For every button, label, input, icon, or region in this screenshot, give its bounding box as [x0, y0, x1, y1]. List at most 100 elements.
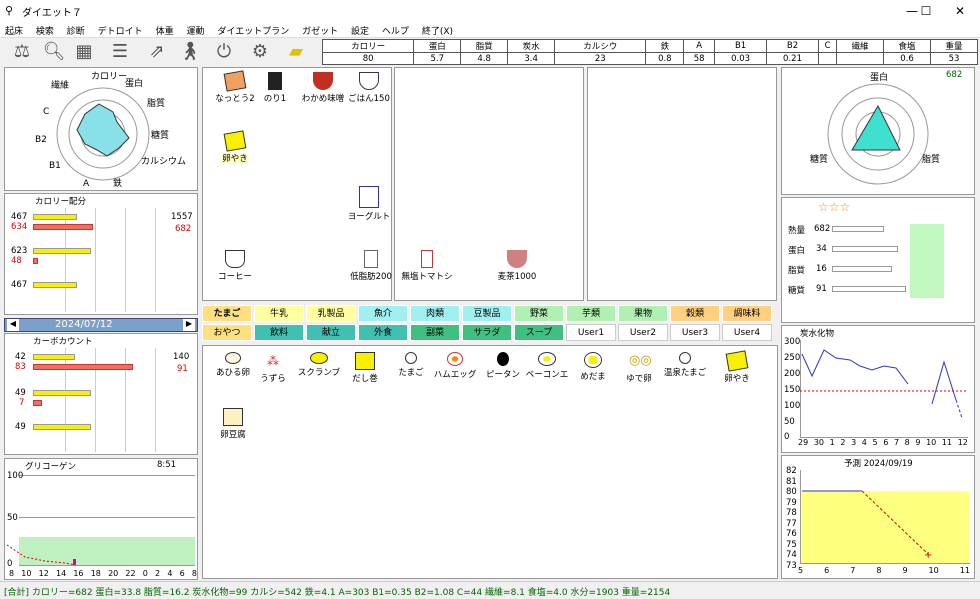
tab-soup[interactable]: スープ	[514, 324, 564, 341]
search-icon[interactable]: 🔍︎	[42, 40, 66, 64]
tab-user1[interactable]: User1	[566, 324, 616, 341]
carb-target: 49	[15, 388, 26, 398]
carb-actual-bar	[33, 400, 42, 406]
nutrient-value	[817, 52, 838, 65]
menu-item[interactable]: ダイエットプラン	[212, 22, 294, 39]
pfc-radar-chart: 蛋白 脂質 糖質	[810, 71, 940, 185]
menu-item[interactable]: 運動	[181, 22, 209, 39]
glycogen-panel: グリコーゲン 8:51 100 50 0 8 10 12 14 16 18 20 22 0 2 4 6…	[4, 458, 198, 580]
x-tick: 5	[798, 566, 804, 575]
tamagoyaki-icon	[223, 130, 247, 152]
export-icon[interactable]: ⇗	[145, 40, 169, 64]
panel-title: 予測 2024/09/19	[844, 459, 913, 469]
x-tick: 8	[876, 566, 882, 575]
menu-item[interactable]: デトロイト	[93, 22, 148, 39]
tab-tamago[interactable]: たまご	[202, 305, 252, 322]
gear-icon[interactable]: ⚙	[248, 40, 272, 64]
y-tick: 50	[7, 513, 18, 523]
radar-label: カルシウム	[141, 156, 186, 167]
nutrient-value: 4.8	[460, 52, 509, 65]
close-button[interactable]: ✕	[946, 2, 974, 20]
pfc-radar-panel: 682 蛋白 脂質 糖質	[781, 67, 975, 195]
walker-icon[interactable]: 🚶︎	[178, 40, 202, 64]
tab-salad[interactable]: サラダ	[462, 324, 512, 341]
tab-drinks[interactable]: 飲料	[254, 324, 304, 341]
tab-user2[interactable]: User2	[618, 324, 668, 341]
scale-icon[interactable]: ⚖	[10, 40, 34, 64]
x-tick: 9	[902, 566, 908, 575]
radar-label: C	[43, 107, 49, 117]
menu-item[interactable]: 設定	[346, 22, 374, 39]
tab-menu[interactable]: 献立	[306, 324, 356, 341]
meal-item[interactable]: ヨーグルト	[339, 186, 399, 222]
nutrient-value: 53	[929, 52, 979, 65]
power-icon[interactable]: ⏻	[212, 40, 236, 64]
tab-milk[interactable]: 牛乳	[254, 305, 304, 322]
y-tick: 75	[786, 540, 797, 550]
meal-item[interactable]: ごはん150	[339, 72, 399, 104]
meal-item[interactable]: 麦茶1000	[487, 250, 547, 282]
carb-target-bar	[33, 424, 91, 430]
food-item[interactable]: 卵やき	[707, 350, 767, 384]
scrambled-egg-icon	[310, 352, 328, 364]
menu-item[interactable]: 起床	[0, 22, 28, 39]
x-tick: 11	[959, 566, 970, 575]
x-tick: 12	[957, 438, 968, 447]
food-item[interactable]: 温泉たまご	[655, 352, 715, 378]
maximize-button[interactable]: ☐	[912, 2, 940, 20]
nutrient-header: A	[683, 39, 716, 53]
tab-soy[interactable]: 豆製品	[462, 305, 512, 322]
menu-item[interactable]: 体重	[151, 22, 179, 39]
tab-tubers[interactable]: 芋類	[566, 305, 616, 322]
nutrient-header: 重量	[929, 39, 979, 53]
score-value: 682	[814, 224, 831, 234]
panel-title: カロリー配分	[35, 197, 87, 207]
y-tick: 100	[7, 471, 24, 481]
meal-item[interactable]: コーヒー	[205, 250, 265, 282]
carb-actual: 83	[15, 362, 26, 372]
tab-side-dish[interactable]: 副菜	[410, 324, 460, 341]
nutrient-value: 3.4	[507, 52, 556, 65]
grid-icon[interactable]: ▦	[72, 40, 96, 64]
carb-target-total: 140	[173, 352, 190, 362]
calorie-distribution-panel: カロリー配分 467 634 623 48 467 1557 682	[4, 193, 198, 315]
menu-item[interactable]: 診断	[62, 22, 90, 39]
tab-user4[interactable]: User4	[722, 324, 772, 341]
meal-item[interactable]: 卵やき	[205, 130, 265, 164]
barley-tea-icon	[507, 250, 527, 268]
calorie-target: 467	[11, 212, 28, 222]
x-tick: 4	[861, 438, 867, 447]
tab-seafood[interactable]: 魚介	[358, 305, 408, 322]
svg-text:+: +	[924, 550, 932, 561]
tab-dairy[interactable]: 乳製品	[306, 305, 356, 322]
menu-item[interactable]: ガゼット	[297, 22, 343, 39]
tab-snacks[interactable]: おやつ	[202, 324, 252, 341]
prev-date-button[interactable]: ◀	[7, 319, 19, 331]
list-icon[interactable]: ☰	[108, 40, 132, 64]
tab-grains[interactable]: 穀類	[670, 305, 720, 322]
menu-item[interactable]: 検索	[31, 22, 59, 39]
tab-vegetables[interactable]: 野菜	[514, 305, 564, 322]
tab-seasoning[interactable]: 調味料	[722, 305, 772, 322]
meal-panel-lunch: 無塩トマトシ 麦茶1000	[394, 67, 584, 301]
meal-item[interactable]: 低脂肪200	[341, 250, 401, 282]
next-date-button[interactable]: ▶	[183, 319, 195, 331]
rating-stars: ☆☆☆	[818, 200, 851, 214]
score-label: 蛋白	[788, 246, 806, 256]
fried-egg-icon	[584, 352, 602, 368]
carb-target: 49	[15, 422, 26, 432]
yogurt-icon	[359, 186, 379, 208]
menu-item[interactable]: 終了(X)	[417, 22, 458, 39]
tab-fruits[interactable]: 果物	[618, 305, 668, 322]
tab-eating-out[interactable]: 外食	[358, 324, 408, 341]
carb-actual-total: 91	[177, 364, 188, 374]
meal-item[interactable]: 無塩トマトシ	[397, 250, 457, 282]
nutrient-header: B2	[766, 39, 819, 53]
menu-item[interactable]: ヘルプ	[377, 22, 414, 39]
tab-meat[interactable]: 肉類	[410, 305, 460, 322]
score-label: 脂質	[788, 266, 806, 276]
eraser-icon[interactable]: ▰	[284, 40, 308, 64]
x-tick: 1	[829, 438, 835, 447]
food-item[interactable]: 卵豆腐	[203, 408, 263, 440]
tab-user3[interactable]: User3	[670, 324, 720, 341]
